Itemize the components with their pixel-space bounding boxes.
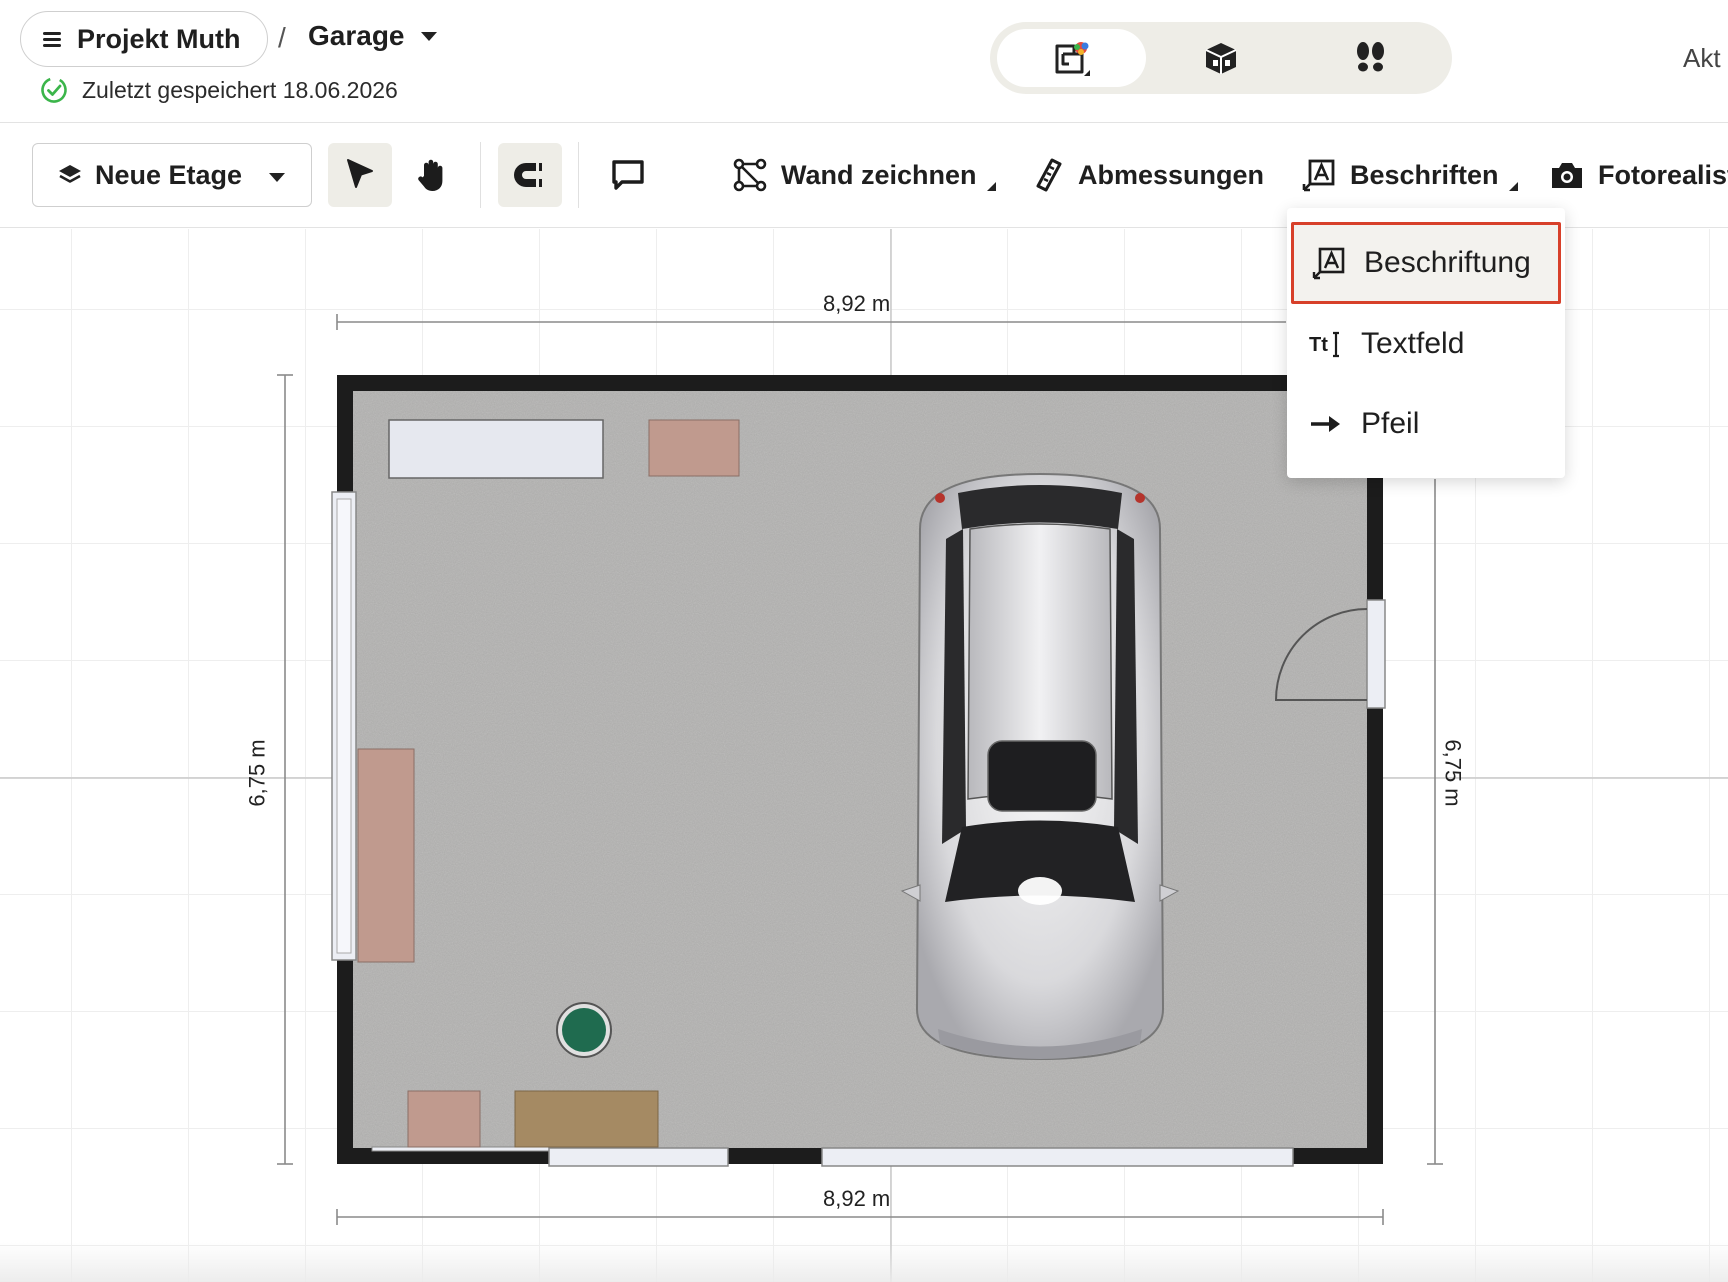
menu-item-textfeld[interactable]: Tt Textfeld (1287, 304, 1565, 384)
pan-tool-button[interactable] (400, 143, 464, 207)
draw-wall-icon (733, 158, 767, 192)
hamburger-menu-icon (43, 31, 63, 47)
cursor-arrow-icon (347, 159, 373, 188)
labels-tool[interactable]: Beschriften (1302, 150, 1518, 200)
submenu-indicator-icon (986, 181, 996, 191)
2d-plan-icon (1055, 42, 1090, 76)
header-right-truncated[interactable]: Akt (1683, 43, 1721, 74)
select-tool-button[interactable] (328, 143, 392, 207)
shelf-left (357, 748, 415, 963)
snap-magnet-button[interactable] (498, 143, 562, 207)
textfield-icon: Tt (1309, 331, 1339, 358)
dimensions-label: Abmessungen (1078, 159, 1265, 190)
side-door (1366, 599, 1386, 709)
submenu-indicator-icon (1508, 181, 1518, 191)
labels-dropdown-menu: Beschriftung Tt Textfeld Pfeil (1287, 208, 1565, 478)
breadcrumb-separator: / (278, 22, 286, 53)
canvas-bottom-fade (0, 1242, 1728, 1282)
plant (562, 1008, 606, 1052)
menu-item-label: Beschriftung (1364, 246, 1531, 279)
hand-icon (418, 159, 443, 191)
toolbar-divider (578, 142, 579, 208)
top-header: Projekt Muth / Garage Zuletzt gespeicher… (0, 0, 1728, 123)
toolbar-divider (480, 142, 481, 208)
project-menu-button[interactable]: Projekt Muth (20, 11, 268, 67)
height-dimension-right: 6,75 m (1440, 739, 1466, 807)
labels-label: Beschriften (1350, 159, 1499, 190)
label-icon (1312, 247, 1345, 280)
label-icon (1302, 159, 1335, 192)
camera-icon (1552, 163, 1582, 188)
footsteps-icon (1357, 42, 1385, 72)
save-status: Zuletzt gespeichert 18.06.2026 (40, 76, 398, 104)
magnet-icon (514, 163, 542, 187)
workbench (388, 419, 604, 479)
width-dimension-top: 8,92 m (823, 291, 891, 316)
view-2d-button[interactable] (997, 29, 1147, 87)
check-circle-icon (41, 77, 67, 103)
height-dimension-left: 6,75 m (244, 739, 270, 807)
menu-item-label: Pfeil (1361, 407, 1420, 440)
app-window: Projekt Muth / Garage Zuletzt gespeicher… (0, 0, 1728, 1282)
chevron-down-icon (269, 173, 285, 182)
menu-item-beschriftung[interactable]: Beschriftung (1291, 222, 1561, 304)
dimensions-tool[interactable]: Abmessungen (1034, 150, 1264, 200)
svg-text:Tt: Tt (1309, 334, 1328, 356)
floor-level-dropdown[interactable]: Neue Etage (32, 143, 312, 207)
photoreal-label: Fotorealist (1598, 159, 1728, 190)
floor-level-label: Neue Etage (95, 159, 243, 190)
car-top-view (900, 472, 1180, 1061)
bottom-window-left (548, 1147, 729, 1167)
arrow-right-icon (1311, 416, 1340, 432)
garage-floor (353, 391, 1367, 1148)
view-walkthrough-button[interactable] (1296, 29, 1445, 87)
draw-wall-tool[interactable]: Wand zeichnen (733, 150, 996, 200)
floor-name: Garage (308, 20, 405, 51)
garage-door (821, 1147, 1294, 1167)
menu-item-pfeil[interactable]: Pfeil (1287, 384, 1565, 464)
speech-bubble-icon (612, 160, 644, 190)
cabinet-top (648, 419, 740, 477)
layers-icon (59, 165, 81, 183)
save-status-text: Zuletzt gespeichert 18.06.2026 (82, 76, 398, 103)
photoreal-render-tool[interactable]: Fotorealist (1550, 150, 1728, 200)
floor-selector[interactable]: Garage (308, 20, 437, 52)
width-dimension-bottom: 8,92 m (823, 1186, 891, 1211)
chevron-down-icon (420, 31, 437, 41)
ruler-icon (1036, 158, 1062, 192)
view-mode-switch (990, 22, 1452, 94)
comment-tool-button[interactable] (596, 143, 660, 207)
cabinet-bottom (407, 1090, 481, 1148)
view-3d-button[interactable] (1146, 29, 1295, 87)
wooden-crate (514, 1090, 659, 1148)
3d-box-icon (1205, 43, 1237, 74)
project-name: Projekt Muth (77, 23, 241, 54)
menu-item-label: Textfeld (1361, 327, 1465, 360)
draw-wall-label: Wand zeichnen (781, 159, 977, 190)
